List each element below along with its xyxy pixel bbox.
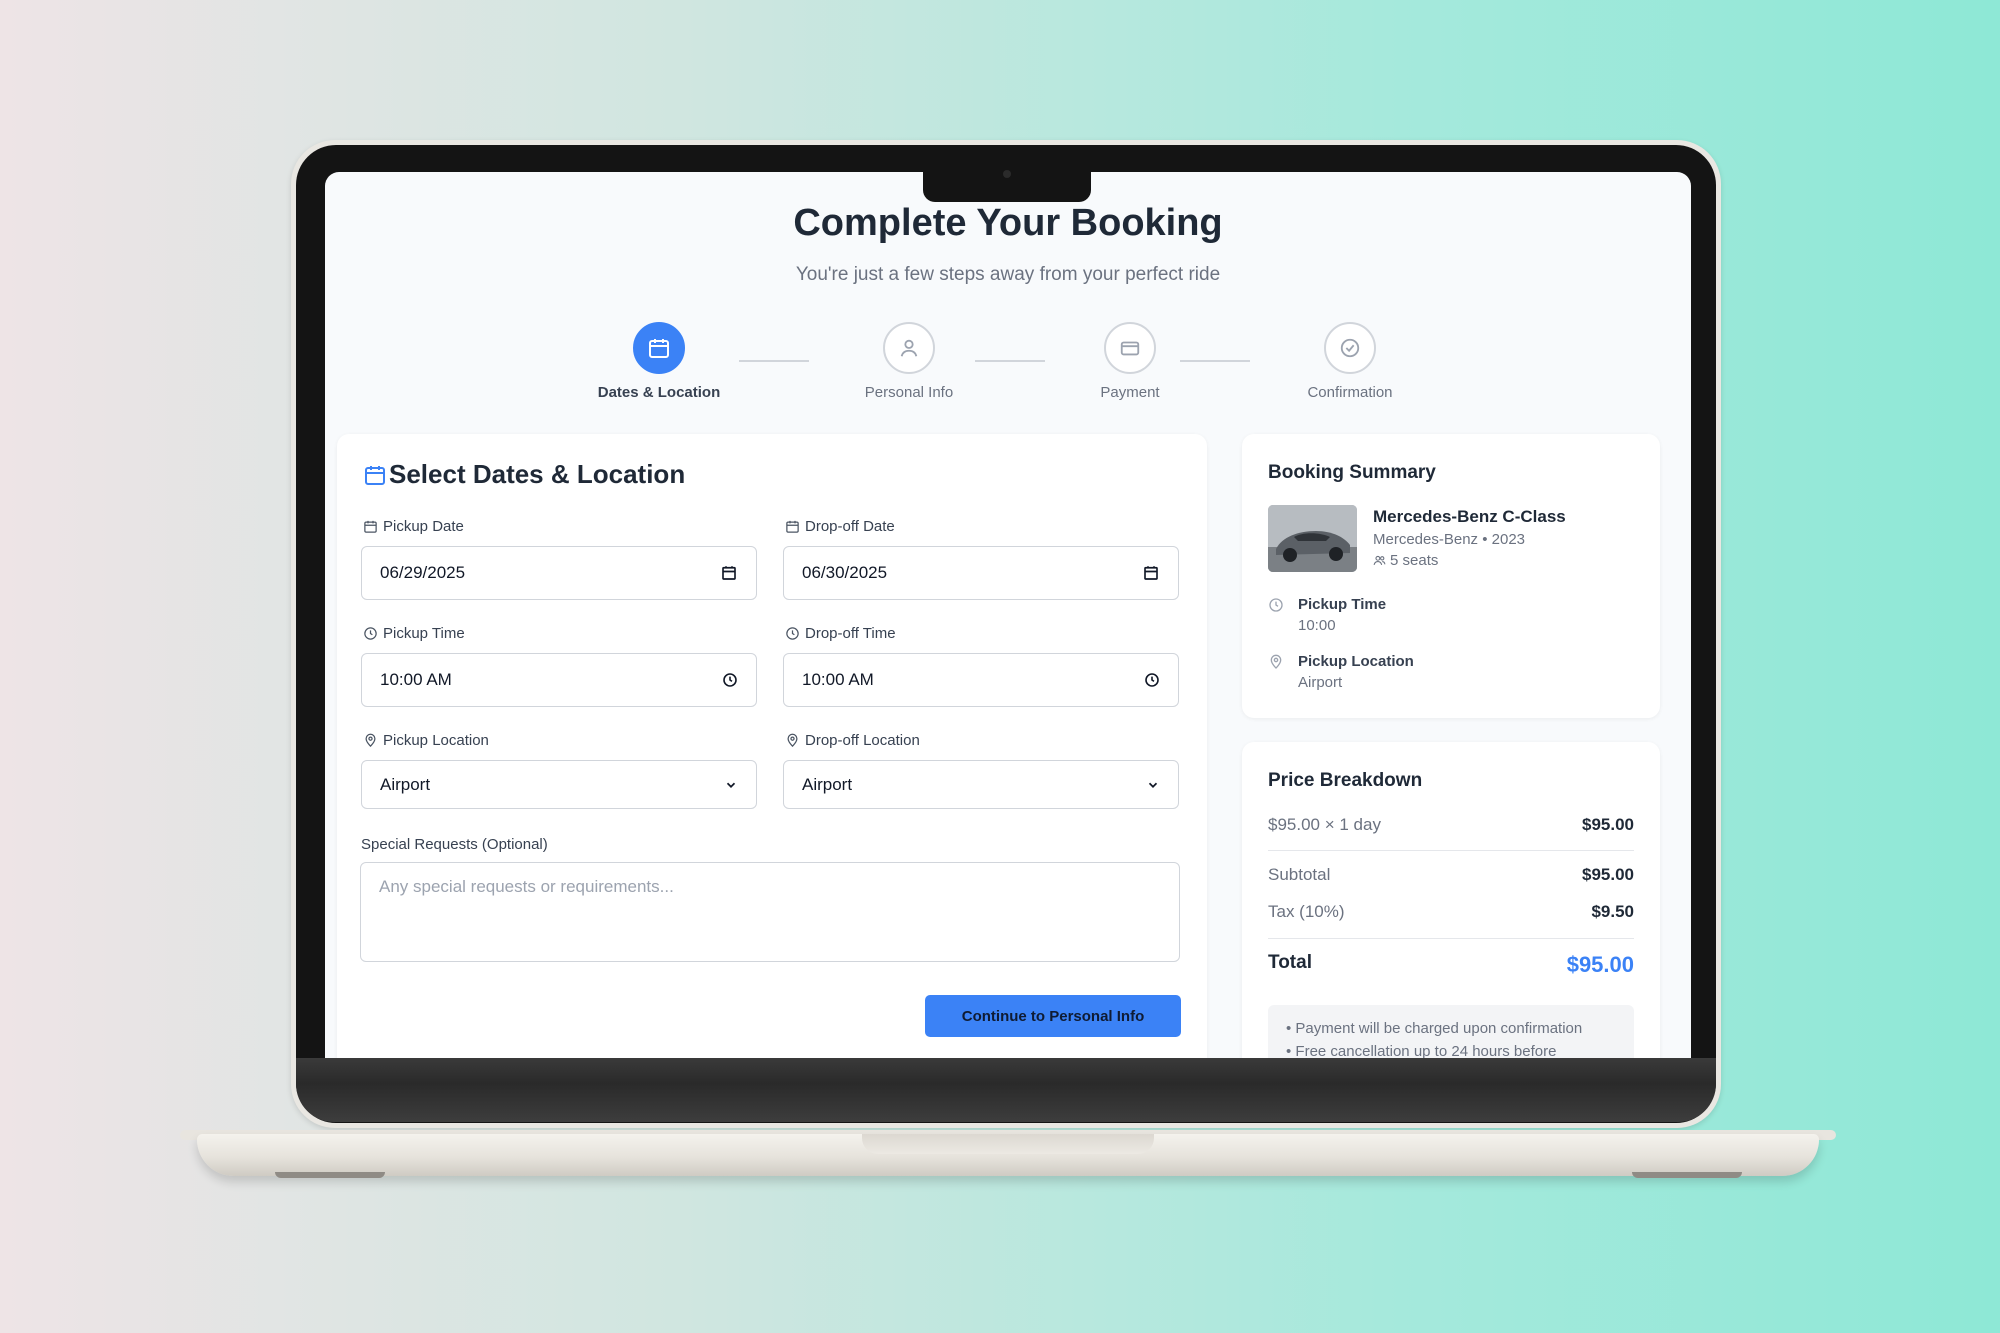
credit-card-icon bbox=[1104, 322, 1156, 374]
summary-pickup-location-label: Pickup Location bbox=[1298, 653, 1414, 670]
step-personal-info[interactable]: Personal Info bbox=[829, 322, 989, 401]
calendar-icon[interactable] bbox=[720, 564, 738, 582]
dropoff-time-input[interactable]: 10:00 AM bbox=[783, 653, 1179, 707]
laptop-hinge bbox=[296, 1058, 1716, 1122]
calendar-icon[interactable] bbox=[1142, 564, 1160, 582]
step-label: Dates & Location bbox=[597, 384, 721, 401]
payment-notes: • Payment will be charged upon confirmat… bbox=[1268, 1005, 1634, 1058]
note-item: • Free cancellation up to 24 hours befor… bbox=[1286, 1043, 1557, 1058]
step-confirmation[interactable]: Confirmation bbox=[1270, 322, 1430, 401]
clock-icon[interactable] bbox=[1144, 672, 1160, 688]
dropoff-location-select[interactable]: Airport bbox=[783, 760, 1179, 809]
check-circle-icon bbox=[1324, 322, 1376, 374]
clock-icon bbox=[786, 627, 799, 640]
pickup-location-label: Pickup Location bbox=[363, 732, 489, 749]
dropoff-date-label: Drop-off Date bbox=[785, 518, 895, 535]
clock-icon bbox=[364, 627, 377, 640]
dropoff-date-input[interactable]: 06/30/2025 bbox=[783, 546, 1179, 600]
chevron-down-icon[interactable] bbox=[1146, 778, 1160, 792]
car-image bbox=[1268, 505, 1357, 572]
pickup-time-input[interactable]: 10:00 AM bbox=[361, 653, 757, 707]
user-icon bbox=[883, 322, 935, 374]
tax-row: Tax (10%) $9.50 bbox=[1268, 902, 1634, 921]
car-name: Mercedes-Benz C-Class bbox=[1373, 507, 1566, 526]
map-pin-icon bbox=[365, 733, 376, 747]
users-icon bbox=[1373, 555, 1386, 565]
laptop-opening-notch bbox=[862, 1134, 1154, 1154]
pickup-location-select[interactable]: Airport bbox=[361, 760, 757, 809]
step-connector bbox=[739, 360, 809, 362]
step-connector bbox=[1180, 360, 1250, 362]
form-title: Select Dates & Location bbox=[389, 459, 686, 489]
divider bbox=[1268, 938, 1634, 939]
map-pin-icon bbox=[787, 733, 798, 747]
step-dates-location[interactable]: Dates & Location bbox=[579, 322, 739, 401]
map-pin-icon bbox=[1268, 654, 1284, 675]
page-subtitle: You're just a few steps away from your p… bbox=[795, 264, 1221, 285]
subtotal-row: Subtotal $95.00 bbox=[1268, 865, 1634, 884]
special-requests-label: Special Requests (Optional) bbox=[361, 836, 548, 853]
continue-button[interactable]: Continue to Personal Info bbox=[925, 995, 1181, 1037]
calendar-icon bbox=[786, 520, 799, 533]
calendar-icon bbox=[633, 322, 685, 374]
dropoff-time-label: Drop-off Time bbox=[785, 625, 896, 642]
price-breakdown-title: Price Breakdown bbox=[1268, 770, 1423, 791]
divider bbox=[1268, 850, 1634, 851]
step-connector bbox=[975, 360, 1045, 362]
pickup-date-input[interactable]: 06/29/2025 bbox=[361, 546, 757, 600]
chevron-down-icon[interactable] bbox=[724, 778, 738, 792]
laptop-foot-left bbox=[275, 1172, 385, 1178]
camera-icon bbox=[1003, 170, 1011, 178]
total-row: Total $95.00 bbox=[1268, 952, 1634, 977]
dropoff-location-label: Drop-off Location bbox=[785, 732, 920, 749]
laptop-foot-right bbox=[1632, 1172, 1742, 1178]
calendar-icon bbox=[364, 520, 377, 533]
rate-row: $95.00 × 1 day $95.00 bbox=[1268, 815, 1634, 834]
clock-icon bbox=[1268, 597, 1284, 618]
summary-pickup-time-label: Pickup Time bbox=[1298, 596, 1387, 613]
car-seats: 5 seats bbox=[1373, 552, 1438, 569]
pickup-date-label: Pickup Date bbox=[363, 518, 464, 535]
pickup-time-label: Pickup Time bbox=[363, 625, 465, 642]
step-label: Confirmation bbox=[1307, 384, 1393, 401]
car-meta: Mercedes-Benz • 2023 bbox=[1373, 531, 1525, 548]
step-label: Payment bbox=[1100, 384, 1160, 401]
special-requests-textarea[interactable]: Any special requests or requirements... bbox=[360, 862, 1180, 962]
screen: Complete Your Booking You're just a few … bbox=[325, 172, 1691, 1058]
page-title: Complete Your Booking bbox=[793, 202, 1223, 244]
calendar-icon bbox=[363, 463, 387, 492]
step-label: Personal Info bbox=[864, 384, 954, 401]
note-item: • Payment will be charged upon confirmat… bbox=[1286, 1020, 1583, 1037]
summary-pickup-time-value: 10:00 bbox=[1298, 617, 1336, 634]
clock-icon[interactable] bbox=[722, 672, 738, 688]
booking-summary-title: Booking Summary bbox=[1268, 462, 1436, 483]
summary-pickup-location-value: Airport bbox=[1298, 674, 1343, 691]
